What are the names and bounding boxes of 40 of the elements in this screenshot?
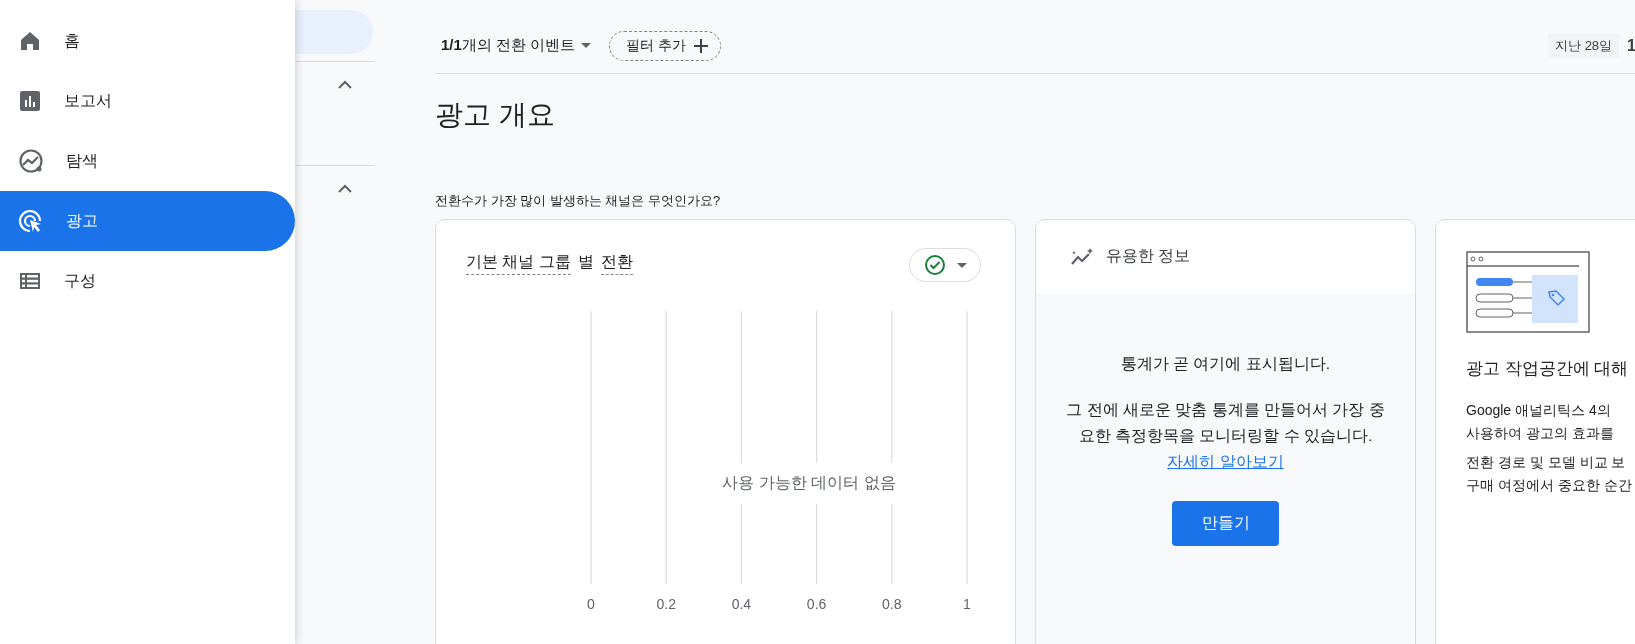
axis-tick-label: 0.2 xyxy=(656,596,676,612)
card-title: 유용한 정보 xyxy=(1106,246,1191,266)
insights-description: 그 전에 새로운 맞춤 통계를 만들어서 가장 중요한 측정항목을 모니터링할 수 있습니다. 자세히 알아보기 xyxy=(1066,400,1385,472)
create-button[interactable]: 만들기 xyxy=(1172,501,1279,546)
section-question: 전환수가 가장 많이 발생하는 채널은 무엇인가요? xyxy=(435,192,722,210)
status-dropdown[interactable] xyxy=(909,248,981,282)
date-chip: 지난 28일 xyxy=(1548,33,1620,58)
card-title: 광고 작업공간에 대해 xyxy=(1466,358,1630,380)
chevron-up-icon[interactable] xyxy=(337,80,353,90)
axis-tick-label: 0.6 xyxy=(806,596,827,612)
description-line: 사용하여 광고의 효과를 xyxy=(1466,424,1615,443)
learn-more-link[interactable]: 자세히 알아보기 xyxy=(1167,453,1284,470)
nav-item[interactable]: 보고서 xyxy=(0,71,295,131)
plus-icon xyxy=(694,38,709,53)
caret-icon xyxy=(581,43,592,48)
caret-icon xyxy=(956,262,967,268)
page-title: 광고 개요 xyxy=(435,98,556,132)
explore-chart-icon xyxy=(18,148,44,174)
bar-chart-icon xyxy=(18,89,42,113)
nav-item[interactable]: 구성 xyxy=(0,251,295,311)
home-icon xyxy=(18,29,42,53)
axis-tick-label: 0.4 xyxy=(731,596,752,612)
cursor-click-icon xyxy=(18,208,44,234)
description-line: Google 애널리틱스 4의 xyxy=(1466,401,1612,420)
description-line: 구매 여정에서 중요한 순간 xyxy=(1466,476,1633,495)
conversion-events-dropdown[interactable]: 1/1개의 전환 이벤트 xyxy=(435,32,598,59)
description-line: 전환 경로 및 모델 비교 보 xyxy=(1466,453,1627,472)
dimension-label[interactable]: 기본 채널 그룹 xyxy=(466,252,571,275)
axis-tick-label: 0 xyxy=(587,596,595,612)
nav-item[interactable]: 광고 xyxy=(0,191,295,251)
chart-title-text: 별 xyxy=(577,252,594,272)
insights-headline: 통계가 곧 여기에 표시됩니다. xyxy=(1119,354,1332,374)
date-range[interactable]: 1 xyxy=(1627,36,1635,55)
nav-item[interactable]: 홈 xyxy=(0,11,295,71)
axis-tick-label: 0.8 xyxy=(882,596,902,612)
sparkle-trend-icon xyxy=(1070,246,1094,267)
axis-tick-label: 1 xyxy=(963,596,971,612)
nav-item[interactable]: 탐색 xyxy=(0,131,295,191)
chevron-up-icon[interactable] xyxy=(337,184,353,194)
dimension-label[interactable]: 전환 xyxy=(600,252,633,275)
